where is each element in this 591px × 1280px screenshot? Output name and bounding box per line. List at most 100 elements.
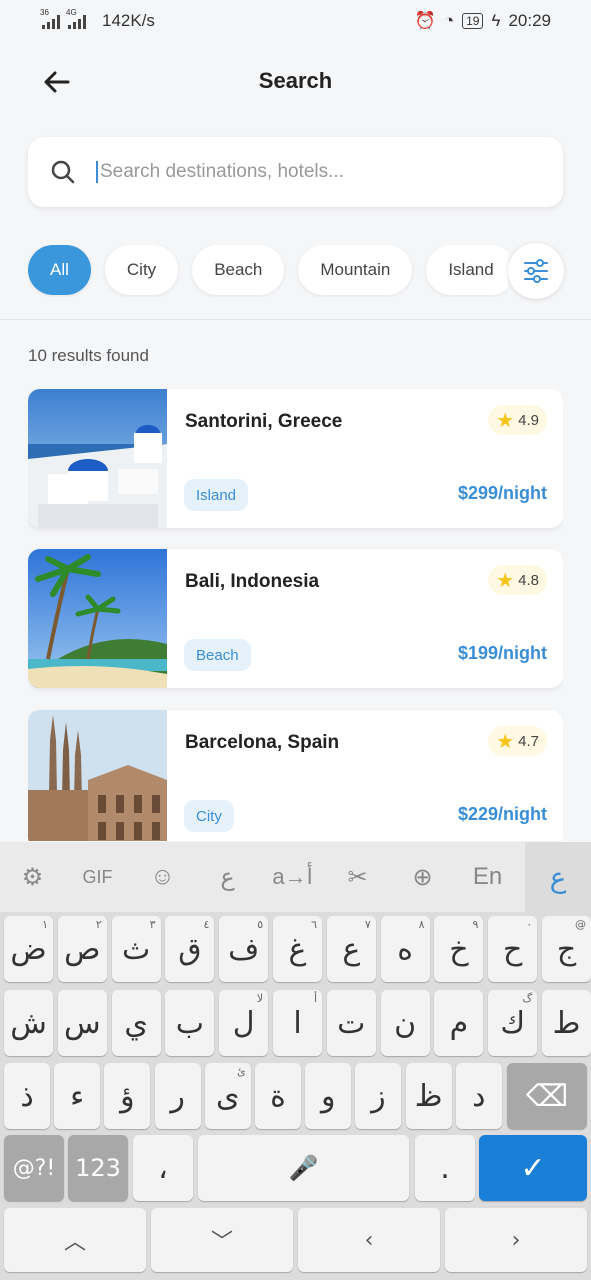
category-tag: City [184, 800, 234, 832]
price: $299/night [457, 483, 547, 503]
enter-key[interactable]: ✓ [479, 1135, 587, 1201]
handwriting-button[interactable]: ع [195, 842, 260, 912]
key-letter[interactable]: و [305, 1063, 352, 1129]
key-letter[interactable]: ش [4, 990, 53, 1056]
chip-all[interactable]: All [28, 245, 91, 295]
key-letter[interactable]: ع٧ [326, 916, 376, 982]
numbers-key[interactable]: 123 [68, 1135, 128, 1201]
alarm-icon: ⏰ [414, 11, 436, 30]
signal-icon: 36 [40, 8, 60, 29]
star-icon: ★ [496, 409, 515, 432]
symbols-key[interactable]: @?! [4, 1135, 64, 1201]
space-mic-key[interactable]: 🎤 [198, 1135, 409, 1201]
rating-value: 4.7 [518, 732, 539, 750]
key-letter[interactable]: خ٩ [434, 916, 484, 982]
status-bar: 36 4G 142K/s ⏰ ◔ 19 ϟ 20:29 [0, 0, 591, 42]
key-letter[interactable]: ة [255, 1063, 301, 1129]
keyboard-toolbar: ⚙ GIF ☺ ع a→أ ✂ ⊕ En ع [0, 842, 591, 912]
key-letter[interactable]: ب [165, 990, 215, 1056]
rating-badge: ★ 4.7 [488, 726, 547, 756]
key-letter[interactable]: كگ [488, 990, 538, 1056]
cursor-down-key[interactable]: ﹀ [151, 1208, 293, 1272]
filter-button[interactable] [508, 243, 564, 299]
chip-island[interactable]: Island [426, 245, 508, 295]
key-letter[interactable]: ف٥ [219, 916, 269, 982]
key-letter[interactable]: ط [542, 990, 591, 1056]
key-letter[interactable]: ل لا [219, 990, 269, 1056]
destination-name: Barcelona, Spain [185, 732, 340, 753]
gif-button[interactable]: GIF [65, 842, 130, 912]
destination-name: Santorini, Greece [185, 411, 343, 432]
destination-name: Bali, Indonesia [185, 571, 320, 592]
destination-image [28, 549, 167, 688]
clock: 20:29 [508, 11, 551, 30]
key-letter[interactable]: ق٤ [165, 916, 215, 982]
translate-button[interactable]: a→أ [260, 842, 325, 912]
key-letter[interactable]: ز [355, 1063, 402, 1129]
speedometer-icon: ◔ [443, 11, 455, 30]
key-letter[interactable]: ه٨ [380, 916, 430, 982]
result-card[interactable]: Bali, Indonesia ★ 4.8 Beach $199/night [28, 549, 563, 688]
rating-badge: ★ 4.9 [488, 405, 547, 435]
key-letter[interactable]: غ٦ [273, 916, 322, 982]
key-letter[interactable]: ج @ [542, 916, 591, 982]
period-key[interactable]: . [415, 1135, 475, 1201]
settings-gear-icon[interactable]: ⚙ [0, 842, 65, 912]
search-box[interactable] [28, 137, 563, 207]
key-letter[interactable]: ي [111, 990, 161, 1056]
divider [0, 319, 591, 320]
key-letter[interactable]: ىئ [204, 1063, 251, 1129]
network-speed: 142K/s [102, 11, 155, 30]
backspace-key[interactable]: ⌫ [507, 1063, 587, 1129]
key-letter[interactable]: س [57, 990, 107, 1056]
star-icon: ★ [496, 730, 515, 753]
cursor-left-key[interactable]: ‹ [298, 1208, 440, 1272]
search-icon [51, 160, 75, 184]
key-letter[interactable]: م [434, 990, 484, 1056]
comma-key[interactable]: ، [133, 1135, 193, 1201]
status-right: ⏰ ◔ 19 ϟ 20:29 [415, 11, 551, 31]
soft-keyboard: ⚙ GIF ☺ ع a→أ ✂ ⊕ En ع ض١ص٢ث٣ق٤ف٥غ٦ع٧ه٨خ… [0, 842, 591, 1280]
battery-icon: 19 [462, 13, 484, 29]
app-header: Search [0, 50, 591, 116]
key-letter[interactable]: ض١ [4, 916, 53, 982]
globe-icon[interactable]: ⊕ [390, 842, 455, 912]
key-letter[interactable]: ن [380, 990, 430, 1056]
cursor-right-key[interactable]: › [445, 1208, 587, 1272]
emoji-icon[interactable]: ☺ [130, 842, 195, 912]
signal-icon: 4G [66, 8, 86, 29]
english-layout-button[interactable]: En [455, 842, 520, 912]
chip-city[interactable]: City [104, 245, 179, 295]
key-letter[interactable]: ذ [4, 1063, 50, 1129]
rating-value: 4.8 [518, 571, 539, 589]
sliders-icon [524, 259, 548, 283]
key-letter[interactable]: ر [154, 1063, 201, 1129]
page-title: Search [258, 68, 333, 93]
status-left: 36 4G 142K/s [40, 8, 155, 31]
key-letter[interactable]: ح٠ [488, 916, 538, 982]
key-letter[interactable]: ت [326, 990, 376, 1056]
price: $199/night [457, 643, 547, 663]
arabic-layout-button[interactable]: ع [525, 842, 591, 912]
destination-image [28, 710, 167, 841]
result-card[interactable]: Santorini, Greece ★ 4.9 Island $299/nigh… [28, 389, 563, 528]
rating-badge: ★ 4.8 [488, 565, 547, 595]
category-chips: All City Beach Mountain Island [28, 245, 508, 297]
category-tag: Beach [184, 639, 251, 671]
key-letter[interactable]: ء [54, 1063, 101, 1129]
clipboard-icon[interactable]: ✂ [325, 842, 390, 912]
key-letter[interactable]: ؤ [104, 1063, 151, 1129]
chip-beach[interactable]: Beach [192, 245, 285, 295]
result-card[interactable]: Barcelona, Spain ★ 4.7 City $229/night [28, 710, 563, 841]
key-letter[interactable]: ظ [405, 1063, 452, 1129]
key-letter[interactable]: اأ [273, 990, 322, 1056]
cursor-up-key[interactable]: ︿ [4, 1208, 146, 1272]
key-letter[interactable]: ث٣ [111, 916, 161, 982]
results-list: Santorini, Greece ★ 4.9 Island $299/nigh… [28, 389, 563, 841]
key-letter[interactable]: د [455, 1063, 502, 1129]
destination-image [28, 389, 167, 528]
chip-mountain[interactable]: Mountain [298, 245, 413, 295]
search-input[interactable] [96, 161, 516, 183]
charging-icon: ϟ [491, 11, 501, 30]
key-letter[interactable]: ص٢ [57, 916, 107, 982]
